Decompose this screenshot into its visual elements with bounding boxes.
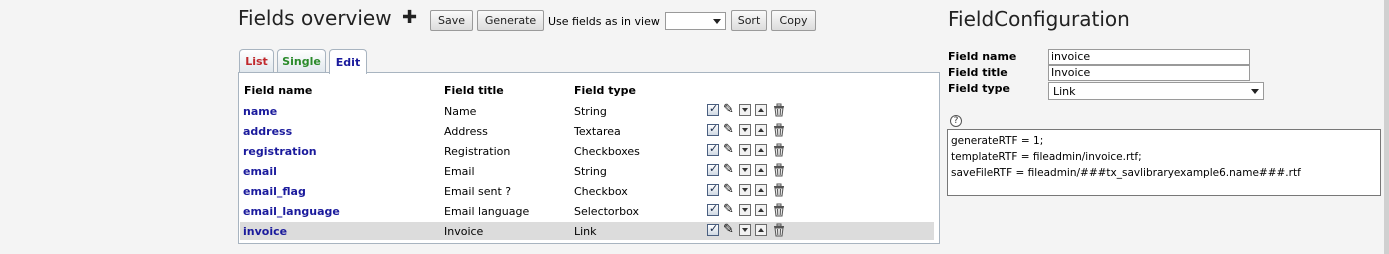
table-row[interactable]: email Email String ✎ bbox=[240, 162, 934, 180]
config-line: generateRTF = 1; bbox=[951, 135, 1044, 147]
field-name-link[interactable]: registration bbox=[243, 145, 317, 158]
page-title: Fields overview bbox=[238, 6, 392, 30]
checkbox-icon[interactable] bbox=[707, 182, 719, 196]
trash-icon[interactable] bbox=[772, 223, 784, 237]
field-title-label: Field title bbox=[948, 66, 1008, 79]
chevron-down-icon bbox=[713, 19, 721, 24]
checkbox-icon[interactable] bbox=[707, 202, 719, 216]
move-up-icon[interactable] bbox=[755, 144, 767, 156]
tab-list[interactable]: List bbox=[239, 49, 274, 73]
move-up-icon[interactable] bbox=[755, 204, 767, 216]
pen-icon[interactable]: ✎ bbox=[723, 102, 735, 117]
field-type-cell: String bbox=[574, 105, 607, 118]
move-up-icon[interactable] bbox=[755, 124, 767, 136]
help-icon[interactable]: ? bbox=[950, 115, 962, 127]
move-down-icon[interactable] bbox=[739, 104, 751, 116]
field-title-cell: Invoice bbox=[444, 225, 484, 238]
field-name-label: Field name bbox=[948, 50, 1017, 63]
table-row[interactable]: invoice Invoice Link ✎ bbox=[240, 222, 934, 240]
trash-icon[interactable] bbox=[772, 103, 784, 117]
move-up-icon[interactable] bbox=[755, 164, 767, 176]
trash-icon[interactable] bbox=[772, 183, 784, 197]
generate-button[interactable]: Generate bbox=[477, 10, 544, 31]
field-name-link[interactable]: email_language bbox=[243, 205, 340, 218]
tab-list-label: List bbox=[245, 55, 268, 68]
move-up-icon[interactable] bbox=[755, 184, 767, 196]
pen-icon[interactable]: ✎ bbox=[723, 162, 735, 177]
checkbox-icon[interactable] bbox=[707, 122, 719, 136]
field-title-cell: Registration bbox=[444, 145, 511, 158]
pen-icon[interactable]: ✎ bbox=[723, 222, 735, 237]
trash-icon[interactable] bbox=[772, 163, 784, 177]
checkbox-icon[interactable] bbox=[707, 222, 719, 236]
tab-single[interactable]: Single bbox=[277, 49, 326, 73]
header-field-type: Field type bbox=[574, 84, 636, 97]
field-type-cell: Link bbox=[574, 225, 597, 238]
move-down-icon[interactable] bbox=[739, 184, 751, 196]
sort-button[interactable]: Sort bbox=[731, 10, 767, 31]
field-title-cell: Email language bbox=[444, 205, 530, 218]
header-field-title: Field title bbox=[444, 84, 504, 97]
field-type-label: Field type bbox=[948, 82, 1010, 95]
field-title-cell: Name bbox=[444, 105, 477, 118]
field-type-cell: Selectorbox bbox=[574, 205, 640, 218]
field-name-link[interactable]: name bbox=[243, 105, 277, 118]
checkbox-icon[interactable] bbox=[707, 142, 719, 156]
pen-icon[interactable]: ✎ bbox=[723, 202, 735, 217]
chevron-down-icon bbox=[1251, 89, 1259, 94]
tab-single-label: Single bbox=[282, 55, 321, 68]
field-name-link[interactable]: email bbox=[243, 165, 277, 178]
move-down-icon[interactable] bbox=[739, 204, 751, 216]
move-down-icon[interactable] bbox=[739, 144, 751, 156]
tab-edit-label: Edit bbox=[335, 55, 361, 69]
config-title: FieldConfiguration bbox=[948, 7, 1130, 31]
field-title-cell: Email sent ? bbox=[444, 185, 512, 198]
field-type-select[interactable]: Link bbox=[1048, 82, 1264, 100]
table-row[interactable]: name Name String ✎ bbox=[240, 102, 934, 120]
field-type-cell: String bbox=[574, 165, 607, 178]
save-button[interactable]: Save bbox=[430, 10, 473, 31]
field-type-cell: Checkbox bbox=[574, 185, 628, 198]
table-row[interactable]: email_language Email language Selectorbox ✎ bbox=[240, 202, 934, 220]
trash-icon[interactable] bbox=[772, 203, 784, 217]
field-title-cell: Email bbox=[444, 165, 475, 178]
field-title-cell: Address bbox=[444, 125, 488, 138]
pen-icon[interactable]: ✎ bbox=[723, 142, 735, 157]
field-name-link[interactable]: email_flag bbox=[243, 185, 306, 198]
table-row[interactable]: address Address Textarea ✎ bbox=[240, 122, 934, 140]
field-name-input[interactable]: invoice bbox=[1048, 49, 1250, 65]
checkbox-icon[interactable] bbox=[707, 102, 719, 116]
field-type-cell: Checkboxes bbox=[574, 145, 640, 158]
field-name-link[interactable]: address bbox=[243, 125, 292, 138]
move-up-icon[interactable] bbox=[755, 104, 767, 116]
move-down-icon[interactable] bbox=[739, 124, 751, 136]
config-line: saveFileRTF = fileadmin/###tx_savlibrary… bbox=[951, 167, 1301, 179]
view-select[interactable] bbox=[665, 12, 726, 30]
use-fields-label: Use fields as in view bbox=[548, 15, 660, 28]
trash-icon[interactable] bbox=[772, 123, 784, 137]
vertical-scrollbar[interactable] bbox=[1384, 0, 1389, 254]
plus-icon[interactable]: ✚ bbox=[402, 7, 417, 28]
config-line: templateRTF = fileadmin/invoice.rtf; bbox=[951, 151, 1142, 163]
move-down-icon[interactable] bbox=[739, 164, 751, 176]
field-title-input[interactable]: Invoice bbox=[1048, 65, 1250, 81]
move-up-icon[interactable] bbox=[755, 224, 767, 236]
field-type-value: Link bbox=[1053, 85, 1076, 98]
checkbox-icon[interactable] bbox=[707, 162, 719, 176]
table-row[interactable]: registration Registration Checkboxes ✎ bbox=[240, 142, 934, 160]
field-type-cell: Textarea bbox=[574, 125, 621, 138]
tab-edit[interactable]: Edit bbox=[329, 49, 367, 74]
header-field-name: Field name bbox=[244, 84, 313, 97]
trash-icon[interactable] bbox=[772, 143, 784, 157]
copy-button[interactable]: Copy bbox=[771, 10, 816, 31]
table-row[interactable]: email_flag Email sent ? Checkbox ✎ bbox=[240, 182, 934, 200]
field-name-link[interactable]: invoice bbox=[243, 225, 287, 238]
pen-icon[interactable]: ✎ bbox=[723, 122, 735, 137]
move-down-icon[interactable] bbox=[739, 224, 751, 236]
config-textarea[interactable]: generateRTF = 1; templateRTF = fileadmin… bbox=[947, 129, 1381, 196]
pen-icon[interactable]: ✎ bbox=[723, 182, 735, 197]
